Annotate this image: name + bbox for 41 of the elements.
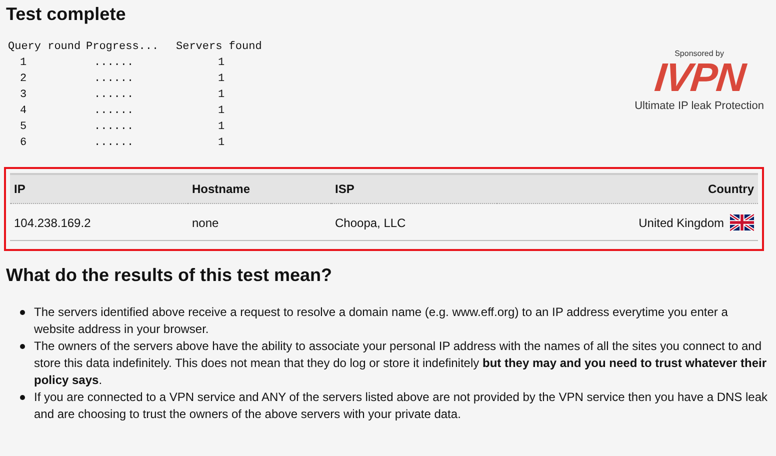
progress-dots: ...... bbox=[93, 89, 135, 101]
table-cell: Choopa, LLC bbox=[331, 204, 498, 240]
column-header: Query round bbox=[8, 41, 82, 53]
paragraph: The owners of the servers above have the ability to associate your personal IP address with the names of all the sites you connect to and store this data indefinitely. This does not mean that they do log or store it indefinitely but they may and you need to trust whatever their policy says. bbox=[34, 338, 768, 389]
flag-icon bbox=[730, 214, 754, 231]
servers-count: 1 bbox=[217, 121, 226, 133]
progress-dots: ...... bbox=[93, 121, 135, 133]
progress-dots: ...... bbox=[93, 105, 135, 117]
table-cell: 104.238.169.2 bbox=[10, 204, 188, 240]
table-cell: none bbox=[188, 204, 331, 240]
paragraph: If you are connected to a VPN service and ANY of the servers listed above are not provided by the VPN service then you have a DNS leak and are choosing to trust the owners of the above servers with your private data. bbox=[34, 389, 769, 423]
bullet-icon bbox=[20, 344, 25, 349]
column-header: Country bbox=[497, 174, 758, 204]
progress-dots: ...... bbox=[93, 137, 135, 149]
round-number: 1 bbox=[19, 57, 28, 69]
servers-count: 1 bbox=[217, 89, 226, 101]
servers-count: 1 bbox=[217, 137, 226, 149]
sponsor-logo[interactable]: IVPN bbox=[652, 58, 746, 98]
round-number: 6 bbox=[19, 137, 28, 149]
column-header: ISP bbox=[331, 174, 498, 204]
servers-count: 1 bbox=[217, 73, 226, 85]
column-header: Progress... bbox=[86, 41, 160, 53]
bullet-icon bbox=[20, 395, 25, 400]
round-number: 3 bbox=[19, 89, 28, 101]
paragraph: The servers identified above receive a request to resolve a domain name (e.g. www.eff.org) to an IP address everytime you enter a website address in your browser. bbox=[34, 304, 729, 338]
servers-count: 1 bbox=[217, 57, 226, 69]
servers-count: 1 bbox=[217, 105, 226, 117]
round-number: 4 bbox=[19, 105, 28, 117]
bullet-icon bbox=[20, 310, 25, 315]
round-number: 2 bbox=[19, 73, 28, 85]
section-heading: What do the results of this test mean? bbox=[6, 265, 334, 286]
sponsor-tagline: Ultimate IP leak Protection bbox=[634, 100, 764, 112]
progress-dots: ...... bbox=[93, 57, 135, 69]
column-header: IP bbox=[10, 174, 188, 204]
round-number: 5 bbox=[19, 121, 28, 133]
column-header: Servers found bbox=[176, 41, 262, 53]
progress-dots: ...... bbox=[93, 73, 135, 85]
page-title: Test complete bbox=[6, 4, 127, 25]
country-name: United Kingdom bbox=[638, 216, 724, 230]
sponsor-label: Sponsored by bbox=[674, 49, 724, 58]
column-header: Hostname bbox=[188, 174, 331, 204]
